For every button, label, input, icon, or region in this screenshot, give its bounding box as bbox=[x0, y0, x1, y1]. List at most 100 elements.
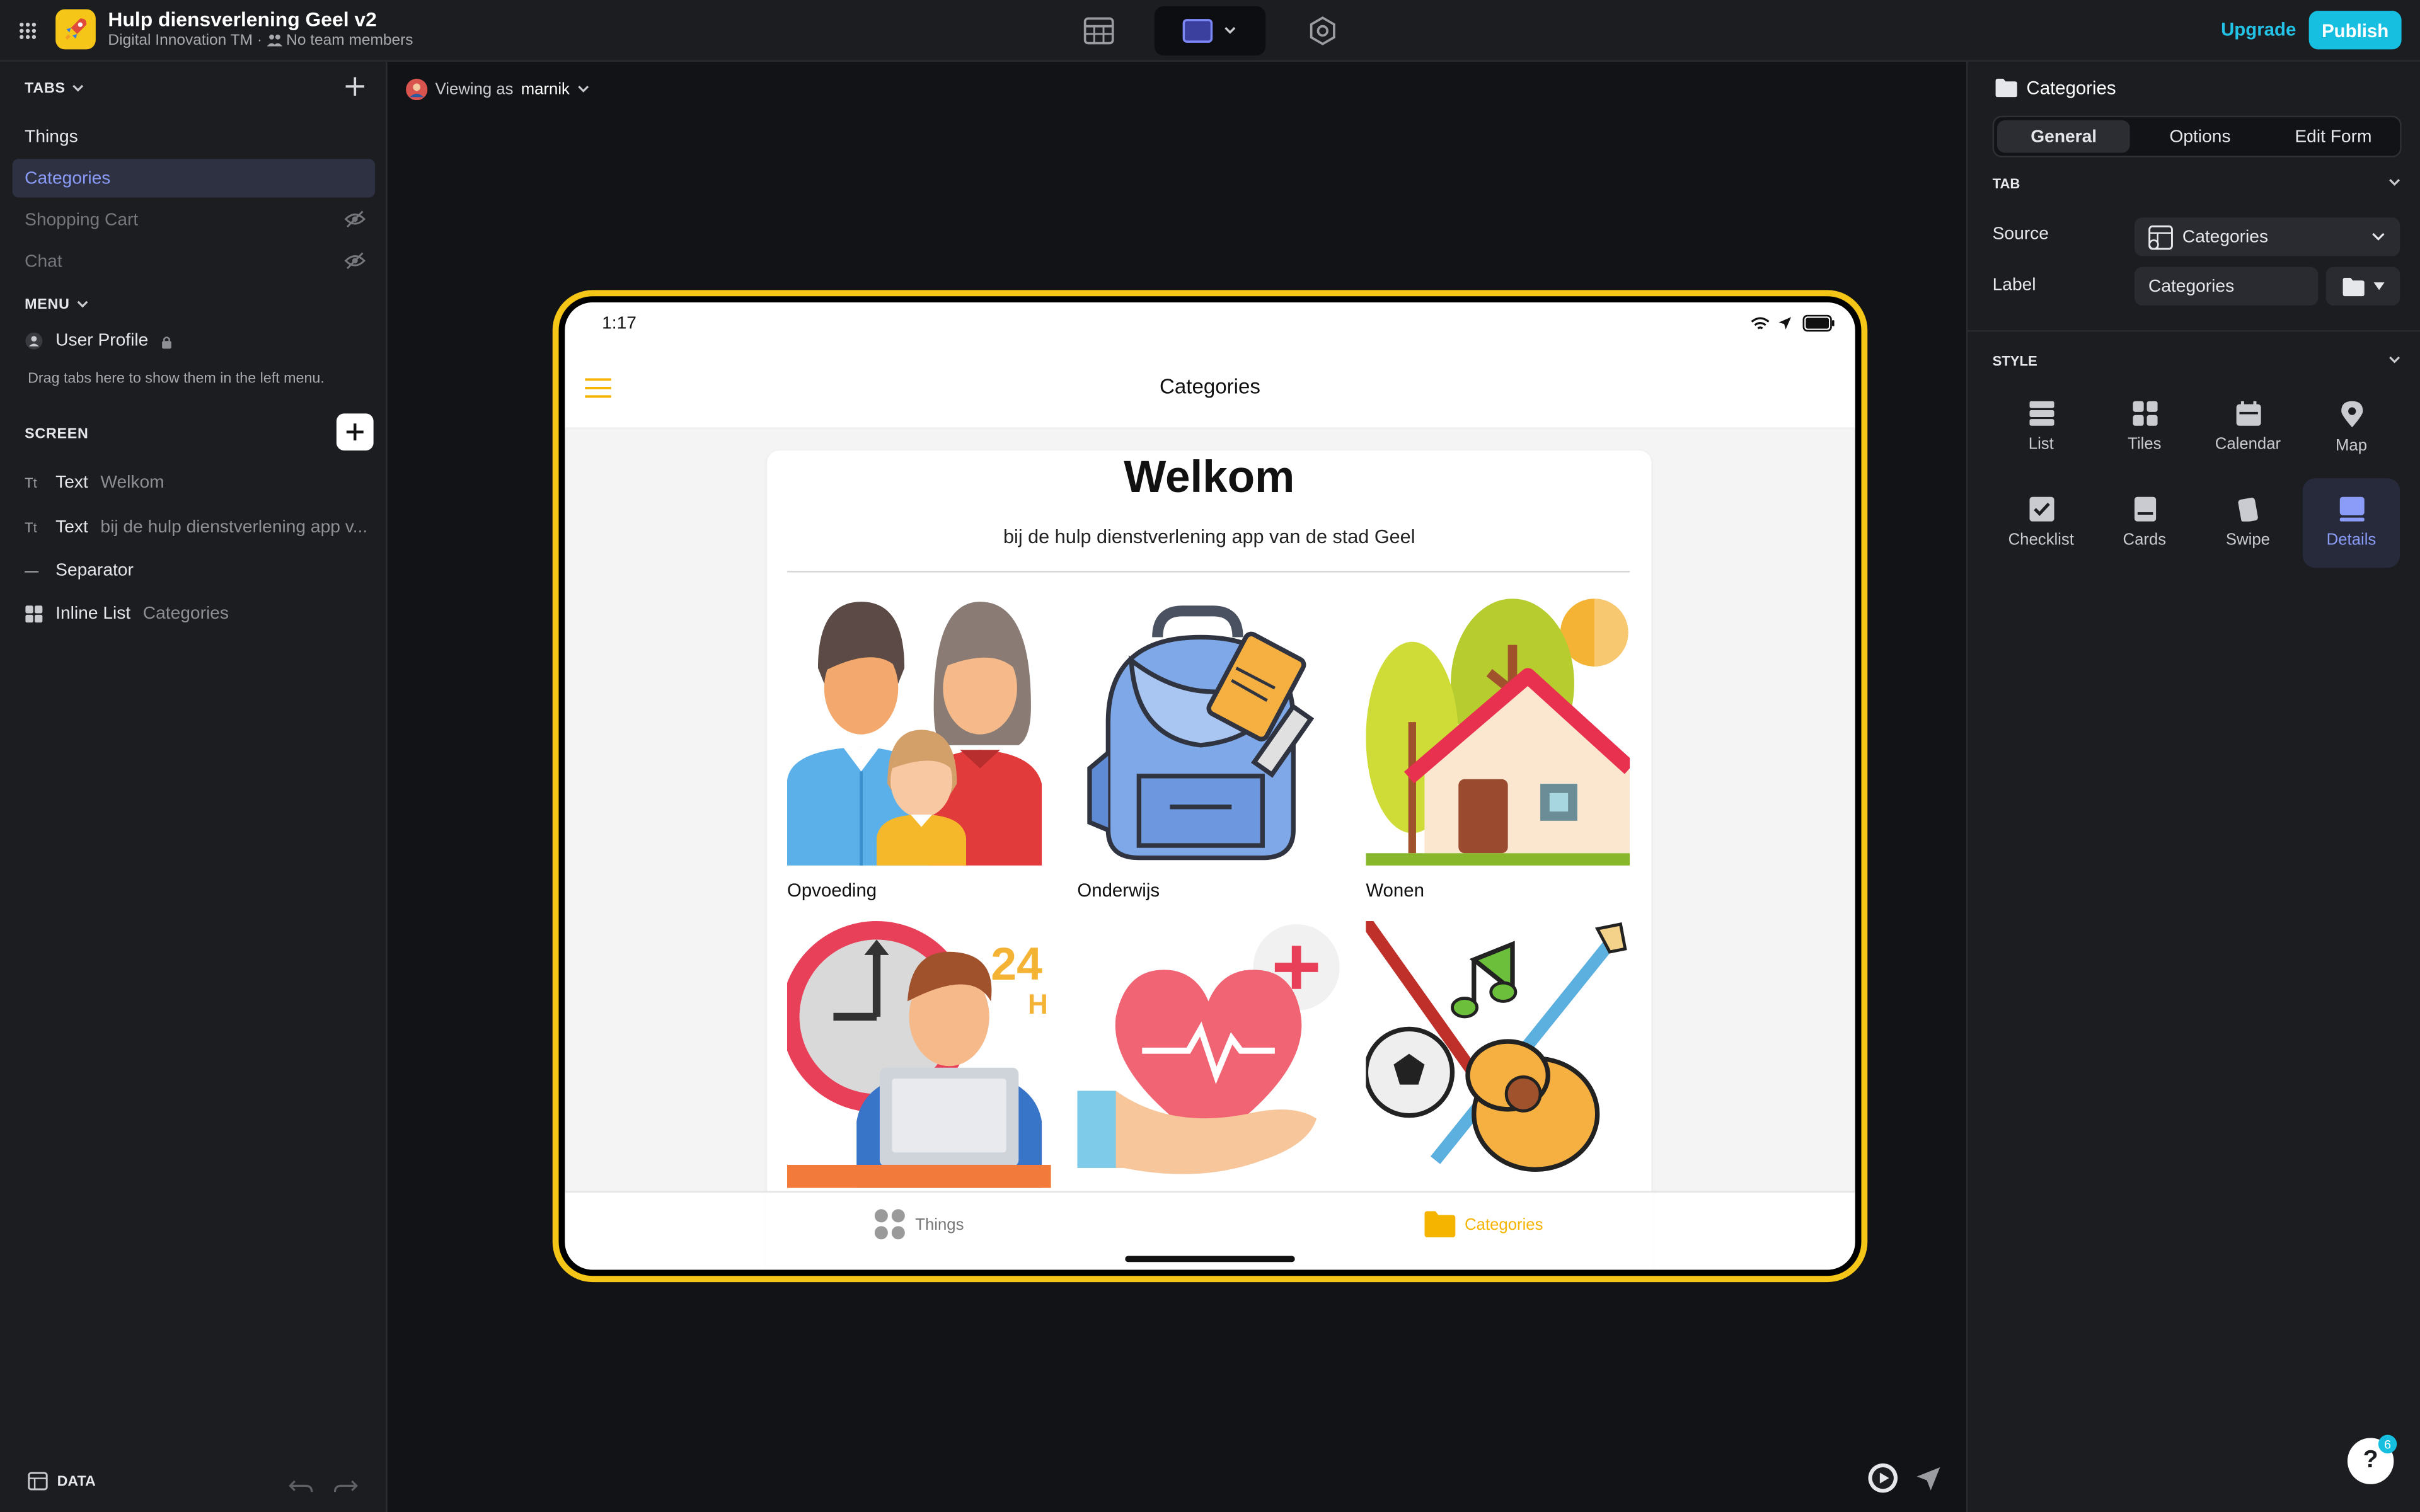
category-tile-6[interactable] bbox=[1361, 917, 1630, 1196]
app-tab-bar: Things Categories bbox=[565, 1191, 1855, 1270]
style-checklist[interactable]: Checklist bbox=[1993, 478, 2090, 568]
tab-categories[interactable]: Categories bbox=[12, 159, 376, 198]
settings-button[interactable] bbox=[1296, 6, 1349, 55]
style-label: Swipe bbox=[2225, 530, 2270, 549]
style-details[interactable]: Details bbox=[2302, 478, 2400, 568]
tab-general[interactable]: General bbox=[1997, 120, 2131, 153]
component-separator[interactable]: — Separator bbox=[25, 561, 134, 580]
table-source-icon bbox=[2148, 224, 2173, 249]
separator-line bbox=[786, 571, 1630, 573]
category-tile-onderwijs[interactable]: Onderwijs bbox=[1077, 598, 1342, 901]
plus-icon bbox=[346, 423, 364, 441]
cursor-icon[interactable] bbox=[1915, 1466, 1942, 1492]
tab-options[interactable]: Options bbox=[2133, 117, 2266, 156]
tab-chat[interactable]: Chat bbox=[13, 242, 376, 280]
layout-editor-button[interactable] bbox=[1154, 6, 1266, 56]
style-section-header: STYLE bbox=[1992, 353, 2037, 369]
map-pin-icon bbox=[2340, 400, 2363, 427]
tabs-header[interactable]: TABS bbox=[25, 80, 85, 97]
chevron-down-icon[interactable] bbox=[2388, 178, 2402, 188]
eye-off-icon[interactable] bbox=[344, 251, 366, 270]
avatar bbox=[406, 78, 428, 101]
style-map[interactable]: Map bbox=[2303, 382, 2400, 472]
viewing-as-selector[interactable]: Viewing as marnik bbox=[406, 78, 590, 101]
app-tab-categories[interactable]: Categories bbox=[1424, 1211, 1543, 1238]
grid-icon bbox=[874, 1209, 905, 1240]
app-tab-things[interactable]: Things bbox=[873, 1208, 964, 1240]
style-label: Map bbox=[2335, 435, 2368, 455]
redo-icon[interactable] bbox=[333, 1478, 358, 1493]
health-heart-illustration bbox=[1077, 921, 1342, 1188]
category-label: Opvoeding bbox=[786, 879, 877, 902]
app-logo[interactable] bbox=[55, 9, 96, 50]
play-icon[interactable] bbox=[1867, 1463, 1898, 1494]
chevron-down-icon bbox=[578, 86, 589, 93]
upgrade-link[interactable]: Upgrade bbox=[2221, 18, 2296, 40]
component-inline-list[interactable]: Inline List Categories bbox=[25, 605, 229, 623]
team-icon bbox=[266, 34, 282, 47]
category-tile-4[interactable]: 24 H bbox=[781, 921, 1051, 1196]
grid-icon bbox=[25, 605, 43, 623]
component-detail: bij de hulp dienstverlening app v... bbox=[100, 518, 368, 537]
app-tab-label: Things bbox=[915, 1215, 964, 1234]
style-list[interactable]: List bbox=[1993, 382, 2090, 472]
right-inspector-panel: Categories General Options Edit Form TAB… bbox=[1966, 61, 2420, 1512]
caret-down-icon bbox=[2373, 282, 2384, 290]
chevron-down-icon bbox=[73, 84, 84, 92]
publish-button[interactable]: Publish bbox=[2308, 11, 2402, 50]
table-icon bbox=[28, 1472, 48, 1491]
chevron-down-icon[interactable] bbox=[2388, 355, 2402, 365]
location-icon bbox=[1778, 317, 1792, 329]
tab-shopping-cart[interactable]: Shopping Cart bbox=[13, 200, 376, 239]
team-status: No team members bbox=[286, 32, 413, 50]
category-tile-opvoeding[interactable]: Opvoeding bbox=[786, 598, 1051, 902]
eye-off-icon[interactable] bbox=[344, 210, 366, 228]
component-type: Text bbox=[55, 518, 88, 537]
category-tile-wonen[interactable]: Wonen bbox=[1366, 598, 1635, 902]
menu-header-label: MENU bbox=[25, 296, 70, 314]
text-type-icon: Tt bbox=[25, 520, 37, 536]
category-label: Wonen bbox=[1366, 879, 1424, 902]
apps-grid-icon[interactable] bbox=[18, 21, 37, 40]
tab-things[interactable]: Things bbox=[13, 117, 376, 156]
house-illustration bbox=[1366, 598, 1635, 866]
style-label: Details bbox=[2326, 530, 2377, 549]
style-tiles[interactable]: Tiles bbox=[2096, 382, 2193, 472]
tabs-header-label: TABS bbox=[25, 80, 66, 98]
menu-item-user-profile[interactable]: User Profile bbox=[25, 332, 173, 350]
user-icon bbox=[25, 332, 43, 350]
add-component-button[interactable] bbox=[336, 413, 374, 451]
cards-icon bbox=[2133, 496, 2156, 522]
style-calendar[interactable]: Calendar bbox=[2199, 382, 2296, 472]
category-tile-5[interactable] bbox=[1077, 921, 1342, 1196]
tab-edit-form[interactable]: Edit Form bbox=[2267, 117, 2400, 156]
label-input[interactable]: Categories bbox=[2134, 266, 2319, 306]
menu-header[interactable]: MENU bbox=[25, 296, 89, 313]
org-name: Digital Innovation TM bbox=[108, 32, 253, 50]
tab-section-header: TAB bbox=[1992, 176, 2020, 192]
list-icon bbox=[2029, 401, 2054, 426]
app-title[interactable]: Hulp diensverlening Geel v2 bbox=[108, 8, 376, 31]
component-text-subtitle[interactable]: Tt Text bij de hulp dienstverlening app … bbox=[25, 518, 367, 537]
lock-icon bbox=[162, 336, 172, 348]
style-swipe[interactable]: Swipe bbox=[2199, 478, 2296, 568]
tiles-icon bbox=[2132, 401, 2157, 426]
tab-icon-picker[interactable] bbox=[2325, 266, 2400, 306]
tab-label: Categories bbox=[25, 169, 111, 188]
component-text-welkom[interactable]: Tt Text Welkom bbox=[25, 474, 164, 492]
folder-icon bbox=[2342, 277, 2364, 295]
add-tab-icon[interactable] bbox=[344, 76, 366, 97]
source-dropdown[interactable]: Categories bbox=[2134, 217, 2400, 256]
text-type-icon: Tt bbox=[25, 475, 37, 491]
component-detail: Welkom bbox=[100, 473, 164, 493]
divider bbox=[1968, 330, 2420, 332]
chevron-down-icon bbox=[2372, 232, 2385, 241]
content-card: Welkom bij de hulp dienstverlening app v… bbox=[767, 450, 1652, 1270]
style-label: Calendar bbox=[2215, 435, 2281, 454]
data-editor-button[interactable] bbox=[1073, 6, 1125, 55]
folder-icon bbox=[1424, 1211, 1456, 1238]
data-button[interactable]: DATA bbox=[28, 1472, 96, 1491]
undo-icon[interactable] bbox=[289, 1478, 313, 1493]
home-indicator bbox=[1125, 1256, 1295, 1263]
style-cards[interactable]: Cards bbox=[2096, 478, 2193, 568]
